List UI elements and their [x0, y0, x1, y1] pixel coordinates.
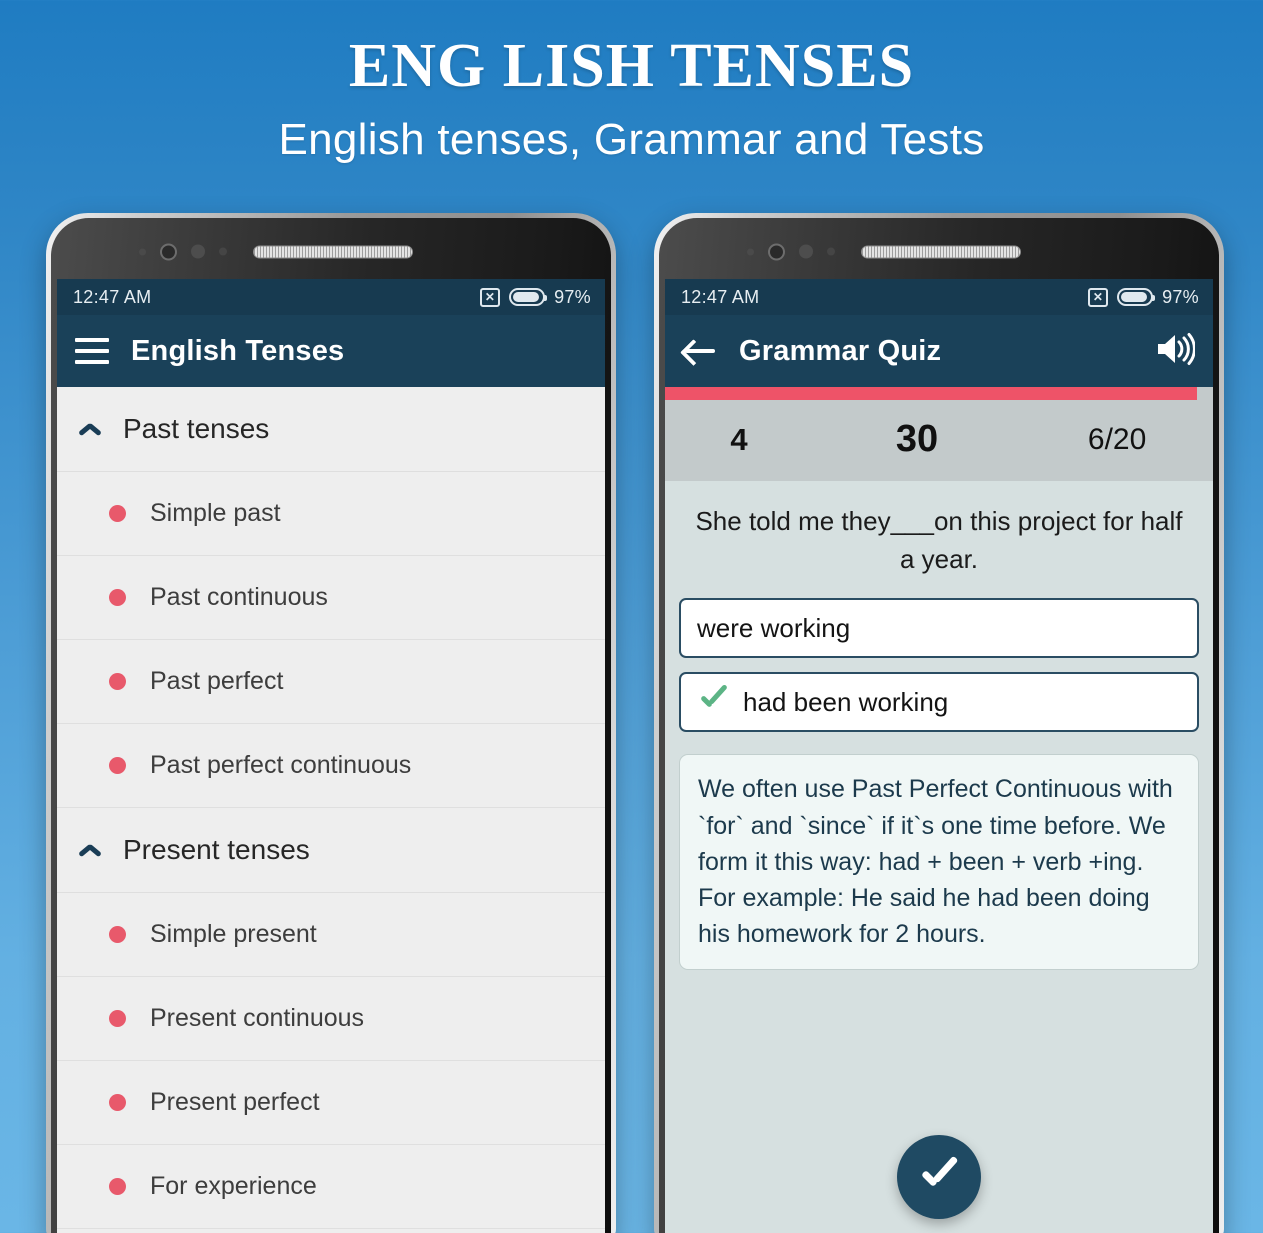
bullet-icon [109, 589, 126, 606]
check-icon [917, 1157, 961, 1197]
bullet-icon [109, 1178, 126, 1195]
phone-inner-right: 12:47 AM ✕ 97% Grammar Quiz 4 30 6/20 Sh… [659, 218, 1219, 1233]
chevron-up-icon [79, 844, 101, 857]
screen-left: 12:47 AM ✕ 97% English Tenses Past tense… [57, 279, 605, 1233]
phone-mockup-left: 12:47 AM ✕ 97% English Tenses Past tense… [46, 213, 616, 1233]
list-item[interactable]: Present perfect [57, 1061, 605, 1145]
front-camera-icon [160, 243, 177, 260]
x-box-icon: ✕ [1088, 287, 1109, 307]
screen-right: 12:47 AM ✕ 97% Grammar Quiz 4 30 6/20 Sh… [665, 279, 1213, 1233]
app-bar-title: Grammar Quiz [739, 334, 942, 367]
status-bar-right: 12:47 AM ✕ 97% [665, 279, 1213, 315]
group-title: Past tenses [123, 413, 270, 444]
battery-icon [1117, 288, 1156, 306]
bullet-icon [109, 926, 126, 943]
submit-answer-button[interactable] [897, 1135, 981, 1219]
status-time: 12:47 AM [681, 286, 760, 307]
sensor-dot-icon [747, 248, 754, 255]
app-bar-right: Grammar Quiz [665, 315, 1213, 387]
list-item[interactable]: Past perfect [57, 640, 605, 724]
chevron-up-icon [79, 423, 101, 436]
group-header-present-tenses[interactable]: Present tenses [57, 808, 605, 893]
quiz-body: 4 30 6/20 She told me they___on this pro… [665, 387, 1213, 1233]
list-item-label: Past continuous [150, 583, 328, 611]
promo-header: ENG LISH TENSES English tenses, Grammar … [0, 0, 1263, 165]
list-item[interactable]: Present continuous [57, 977, 605, 1061]
status-bar-left: 12:47 AM ✕ 97% [57, 279, 605, 315]
quiz-progress-fill [665, 387, 1197, 400]
battery-icon [509, 288, 548, 306]
check-icon [697, 686, 729, 718]
list-item-label: For experience [150, 1172, 317, 1200]
proximity-sensor-icon [799, 244, 813, 259]
bullet-icon [109, 1094, 126, 1111]
bullet-icon [109, 673, 126, 690]
phone-bezel-top-right [665, 224, 1213, 279]
quiz-option-2[interactable]: had been working [679, 672, 1199, 733]
sensor-dot-icon [139, 248, 146, 255]
battery-percent: 97% [554, 286, 591, 307]
phone-inner-left: 12:47 AM ✕ 97% English Tenses Past tense… [51, 218, 611, 1233]
list-item-label: Simple present [150, 920, 317, 948]
earpiece-speaker-icon [861, 245, 1021, 258]
stat-score: 4 [730, 421, 748, 457]
quiz-option-label: were working [697, 612, 851, 643]
list-item-label: Simple past [150, 499, 281, 527]
tense-list[interactable]: Past tenses Simple past Past continuous … [57, 387, 605, 1233]
quiz-stats-row: 4 30 6/20 [665, 400, 1213, 481]
arrow-left-icon[interactable] [683, 336, 717, 366]
list-item-label: Present perfect [150, 1088, 320, 1116]
bullet-icon [109, 505, 126, 522]
light-sensor-icon [827, 247, 835, 256]
list-item[interactable]: Simple past [57, 472, 605, 556]
earpiece-speaker-icon [253, 245, 413, 258]
group-title: Present tenses [123, 834, 310, 865]
phone-bezel-top-left [57, 224, 605, 279]
app-bar-left: English Tenses [57, 315, 605, 387]
quiz-option-label: had been working [743, 686, 949, 717]
proximity-sensor-icon [191, 244, 205, 259]
quiz-options: were working had been working [665, 598, 1213, 733]
list-item-label: Past perfect [150, 667, 284, 695]
list-item[interactable]: Past perfect continuous [57, 724, 605, 808]
stat-timer: 30 [895, 418, 939, 460]
bullet-icon [109, 1010, 126, 1027]
quiz-progress-bar [665, 387, 1213, 400]
front-camera-icon [768, 243, 785, 260]
quiz-question-text: She told me they___on this project for h… [695, 506, 1183, 574]
speaker-volume-icon[interactable] [1155, 332, 1196, 371]
app-bar-title: English Tenses [131, 334, 345, 367]
list-item[interactable]: Simple present [57, 893, 605, 977]
quiz-option-1[interactable]: were working [679, 598, 1199, 659]
page-subtitle: English tenses, Grammar and Tests [278, 115, 985, 165]
status-time: 12:47 AM [73, 286, 152, 307]
quiz-explanation: We often use Past Perfect Continuous wit… [679, 754, 1199, 970]
x-box-icon: ✕ [480, 287, 501, 307]
page-title: ENG LISH TENSES [348, 32, 915, 100]
stat-question-progress: 6/20 [1087, 422, 1147, 456]
list-item-label: Past perfect continuous [150, 751, 412, 779]
list-item[interactable]: For experience [57, 1145, 605, 1229]
light-sensor-icon [219, 247, 227, 256]
battery-percent: 97% [1162, 286, 1199, 307]
list-item[interactable]: For continuing situation [57, 1229, 605, 1233]
phone-mockup-right: 12:47 AM ✕ 97% Grammar Quiz 4 30 6/20 Sh… [654, 213, 1224, 1233]
bullet-icon [109, 757, 126, 774]
group-header-past-tenses[interactable]: Past tenses [57, 387, 605, 472]
list-item-label: Present continuous [150, 1004, 365, 1032]
hamburger-menu-icon[interactable] [75, 338, 109, 364]
list-item[interactable]: Past continuous [57, 556, 605, 640]
